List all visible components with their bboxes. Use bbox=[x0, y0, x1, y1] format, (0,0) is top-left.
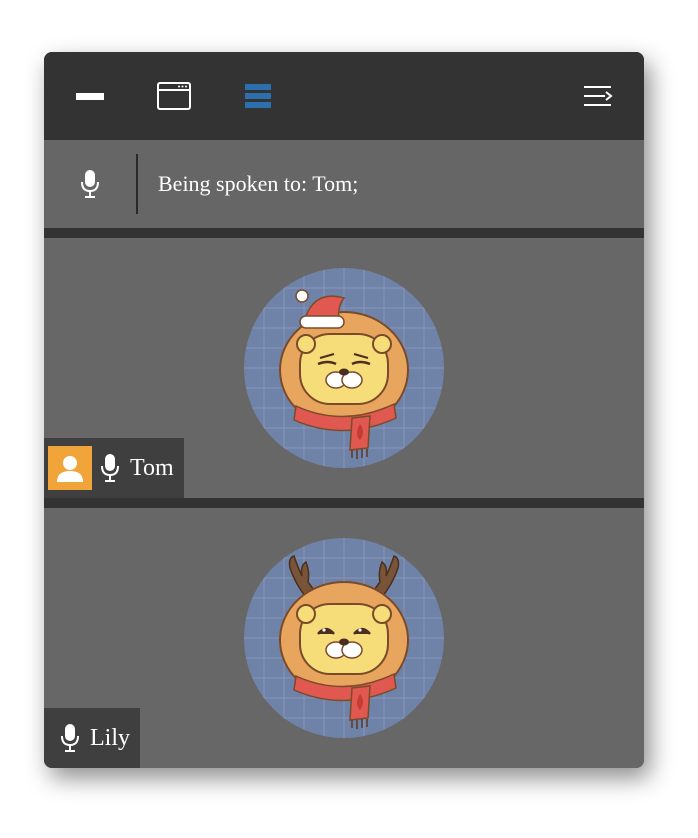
avatar bbox=[244, 538, 444, 738]
participant-name: Tom bbox=[130, 455, 174, 481]
window-icon bbox=[157, 82, 191, 110]
participant-mic[interactable] bbox=[92, 448, 128, 488]
window-mode-button[interactable] bbox=[152, 76, 196, 116]
lion-santa-hat-avatar bbox=[244, 268, 444, 468]
participant-name: Lily bbox=[90, 725, 130, 751]
speaking-status-bar: Being spoken to: Tom; bbox=[44, 140, 644, 228]
list-view-icon bbox=[245, 84, 271, 108]
speaking-status-text: Being spoken to: Tom; bbox=[158, 171, 359, 196]
speaking-mic-button[interactable] bbox=[70, 166, 110, 202]
collapse-menu-icon bbox=[584, 86, 613, 106]
collapse-menu-button[interactable] bbox=[576, 76, 620, 116]
avatar bbox=[244, 268, 444, 468]
microphone-icon bbox=[101, 454, 119, 482]
name-tag: Lily bbox=[44, 708, 140, 768]
microphone-icon bbox=[61, 724, 79, 752]
toolbar bbox=[44, 52, 644, 140]
minimize-button[interactable] bbox=[68, 76, 112, 116]
microphone-icon bbox=[81, 170, 99, 198]
lion-reindeer-antlers-avatar bbox=[244, 538, 444, 738]
meeting-window: Being spoken to: Tom; Tom Lily bbox=[44, 52, 644, 768]
divider bbox=[136, 154, 138, 214]
participant-tile-tom[interactable]: Tom bbox=[44, 238, 644, 498]
participant-tile-lily[interactable]: Lily bbox=[44, 508, 644, 768]
minimize-icon bbox=[76, 93, 104, 100]
list-view-button[interactable] bbox=[236, 76, 280, 116]
name-tag: Tom bbox=[44, 438, 184, 498]
user-icon bbox=[57, 456, 83, 482]
participant-mic[interactable] bbox=[52, 718, 88, 758]
host-badge bbox=[48, 446, 92, 490]
